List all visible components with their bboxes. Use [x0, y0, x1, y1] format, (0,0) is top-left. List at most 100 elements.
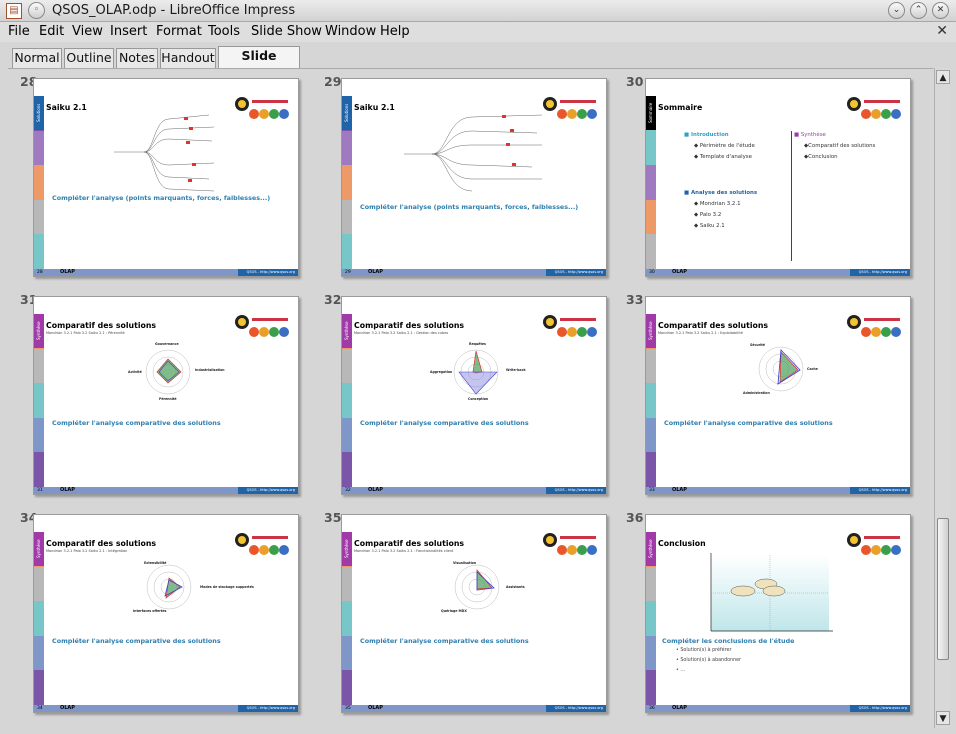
qsos-logo-icon: [235, 97, 289, 119]
slide-footer: 31 OLAP QSOS - http://www.qsos.org: [34, 487, 298, 494]
summary-heading: ■ Analyse des solutions: [684, 190, 758, 196]
conclusion-subitem: • ...: [676, 668, 685, 673]
menu-insert[interactable]: Insert: [110, 24, 147, 39]
section-tag: Synthèse: [646, 532, 656, 566]
slide-title: Comparatif des solutions: [354, 539, 465, 548]
qsos-logo-icon: [235, 533, 289, 555]
close-window-button[interactable]: ✕: [932, 2, 949, 19]
scrollbar-thumb[interactable]: [937, 518, 949, 660]
slide-bullet: Compléter l'analyse (points marquants, f…: [52, 194, 271, 202]
slide-footer: 30 OLAP QSOS - http://www.qsos.org: [646, 269, 910, 276]
slide-bullet: Compléter l'analyse comparative des solu…: [360, 637, 529, 645]
minimize-button[interactable]: ⌄: [888, 2, 905, 19]
slide-thumbnail-32[interactable]: Synthèse Comparatif des solutions Mondri…: [341, 296, 607, 495]
menubar: File Edit View Insert Format Tools Slide…: [0, 22, 956, 42]
summary-item: ◆ Saiku 2.1: [694, 223, 725, 229]
radar-axis-label: Cache: [807, 367, 818, 371]
slide-number: 29: [324, 74, 342, 89]
slide-number: 33: [626, 292, 644, 307]
section-tag: Synthèse: [34, 314, 44, 348]
conclusion-subitem: • Solution(s) à préférer: [676, 648, 732, 653]
slide-footer: 33 OLAP QSOS - http://www.qsos.org: [646, 487, 910, 494]
impress-app-icon[interactable]: ▤: [6, 3, 22, 19]
radar-axis-label: Write-back: [506, 368, 526, 372]
section-tag: Synthèse: [34, 532, 44, 566]
chart-legend: Mondrian 3.2.1 Palo 3.2 Saiku 2.1 : Expl…: [658, 331, 743, 335]
column-divider: [791, 131, 792, 261]
quadrant-chart: [710, 553, 833, 632]
radar-chart: [453, 349, 499, 395]
slide-title: Saiku 2.1: [46, 103, 87, 112]
slide-thumbnail-28[interactable]: Solutions Saiku 2.1 Compléter l'analyse …: [33, 78, 299, 277]
radar-chart: [454, 564, 500, 610]
qsos-logo-icon: [543, 315, 597, 337]
radar-axis-label: Industrialisation: [195, 368, 225, 372]
scroll-down-icon[interactable]: ▼: [936, 711, 950, 725]
menu-help[interactable]: Help: [380, 24, 410, 39]
radar-axis-label: Aggregation: [430, 370, 453, 374]
radar-axis-label: Administration: [743, 391, 770, 395]
section-tag: Solutions: [34, 96, 44, 130]
slide-thumbnail-29[interactable]: Solutions Saiku 2.1 Compléter l'analyse …: [341, 78, 607, 277]
tab-normal[interactable]: Normal: [12, 48, 62, 68]
slide-number: 36: [626, 510, 644, 525]
slide-title: Conclusion: [658, 539, 706, 548]
vertical-scrollbar[interactable]: ▲ ▼: [934, 68, 950, 728]
slide-footer: 29 OLAP QSOS - http://www.qsos.org: [342, 269, 606, 276]
radar-axis-label: Interfaces offertes: [133, 609, 167, 613]
window-menu-button[interactable]: ◦: [28, 2, 45, 19]
menu-tools[interactable]: Tools: [208, 24, 240, 39]
radar-axis-label: Modes de stockage supportés: [200, 585, 254, 589]
radar-chart: [146, 564, 192, 610]
radar-chart: [758, 346, 804, 392]
summary-heading: ■ Introduction: [684, 132, 729, 138]
menu-window[interactable]: Window: [325, 24, 376, 39]
radar-axis-label: Activité: [128, 370, 142, 374]
summary-item: ◆ Palo 3.2: [694, 212, 722, 218]
slide-bullet: Compléter l'analyse comparative des solu…: [360, 419, 529, 427]
section-tag: Synthèse: [342, 532, 352, 566]
tab-notes[interactable]: Notes: [116, 48, 158, 68]
view-tabs: Normal Outline Notes Handout Slide Sorte…: [0, 46, 956, 81]
slide-number: 30: [626, 74, 644, 89]
menu-file[interactable]: File: [8, 24, 30, 39]
menu-format[interactable]: Format: [156, 24, 202, 39]
summary-heading: ■ Synthèse: [794, 132, 826, 138]
slide-bullet: Compléter l'analyse comparative des solu…: [52, 637, 221, 645]
summary-item: ◆Conclusion: [804, 154, 838, 160]
radar-axis-label: Conception: [468, 397, 489, 401]
slide-thumbnail-35[interactable]: Synthèse Comparatif des solutions Mondri…: [341, 514, 607, 713]
chart-legend: Mondrian 3.2.1 Palo 3.2 Saiku 2.1 : Pére…: [46, 331, 125, 335]
slide-title: Saiku 2.1: [354, 103, 395, 112]
menu-edit[interactable]: Edit: [39, 24, 64, 39]
slide-thumbnail-34[interactable]: Synthèse Comparatif des solutions Mondri…: [33, 514, 299, 713]
radar-axis-label: Requêtes: [469, 342, 486, 346]
mindmap-diagram: [404, 114, 543, 192]
slide-thumbnail-31[interactable]: Synthèse Comparatif des solutions Mondri…: [33, 296, 299, 495]
summary-item: ◆ Template d'analyse: [694, 154, 752, 160]
chart-legend: Mondrian 3.2.1 Palo 3.2 Saiku 2.1 : Gest…: [354, 331, 449, 335]
window-title: QSOS_OLAP.odp - LibreOffice Impress: [52, 3, 296, 18]
maximize-button[interactable]: ⌃: [910, 2, 927, 19]
tab-slide-sorter[interactable]: Slide Sorter: [218, 46, 300, 81]
qsos-logo-icon: [847, 97, 901, 119]
tab-outline[interactable]: Outline: [64, 48, 114, 68]
tab-handout[interactable]: Handout: [160, 48, 216, 68]
slide-footer: 35 OLAP QSOS - http://www.qsos.org: [342, 705, 606, 712]
slide-thumbnail-36[interactable]: Synthèse Conclusion Compléter les conclu…: [645, 514, 911, 713]
scroll-up-icon[interactable]: ▲: [936, 70, 950, 84]
slide-title: Comparatif des solutions: [46, 539, 157, 548]
slide-thumbnail-30[interactable]: Sommaire Sommaire ■ Introduction ◆ Périm…: [645, 78, 911, 277]
qsos-logo-icon: [847, 533, 901, 555]
slide-number: 35: [324, 510, 342, 525]
slide-thumbnail-33[interactable]: Synthèse Comparatif des solutions Mondri…: [645, 296, 911, 495]
radar-axis-label: Pérennité: [159, 397, 177, 401]
menu-slide-show[interactable]: Slide Show: [251, 24, 322, 39]
slide-sorter-pane[interactable]: 28 Solutions Saiku 2.1 Compléter l'analy…: [8, 68, 933, 728]
summary-item: ◆ Mondrian 3.2.1: [694, 201, 741, 207]
menu-view[interactable]: View: [72, 24, 103, 39]
radar-axis-label: Sécurité: [750, 343, 765, 347]
radar-axis-label: Gouvernance: [155, 342, 179, 346]
chart-legend: Mondrian 3.2.1 Palo 3.2 Saiku 2.1 : Inté…: [46, 549, 128, 553]
close-document-icon[interactable]: ✕: [936, 23, 948, 39]
